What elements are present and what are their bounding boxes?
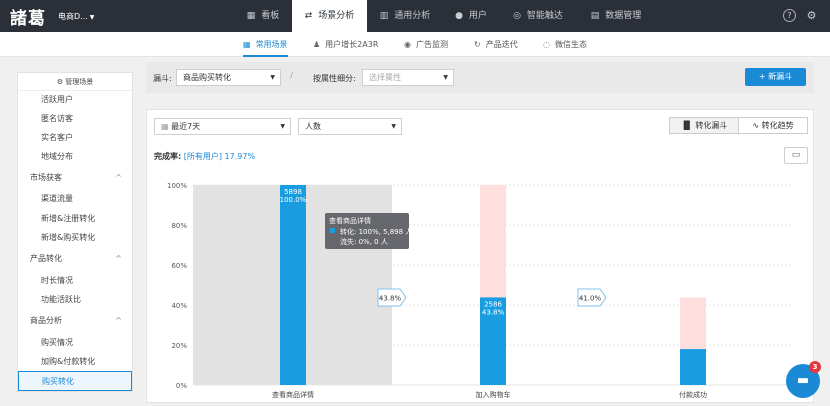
y-tick-label: 80% xyxy=(171,222,187,230)
sidebar-item-region[interactable]: 地域分布 xyxy=(18,147,132,167)
monitor-icon: ◉ xyxy=(404,40,411,49)
chevron-up-icon: ^ xyxy=(115,173,122,182)
tab-user-growth[interactable]: ♟ 用户增长2A3R xyxy=(313,32,378,57)
attribute-select[interactable]: 选择属性 ▼ xyxy=(362,69,454,86)
y-tick-label: 0% xyxy=(176,382,187,390)
tab-common-scenarios[interactable]: ▦ 常用场景 xyxy=(243,32,288,57)
caret-down-icon: ▼ xyxy=(443,74,448,81)
wechat-icon: ◌ xyxy=(543,40,550,49)
sidebar-item-new-purchase[interactable]: 新增&购买转化 xyxy=(18,228,132,248)
user-growth-icon: ♟ xyxy=(313,40,321,49)
tooltip-title: 查看商品详情 xyxy=(329,216,371,225)
bar-percent-label: 100.0% xyxy=(280,196,307,204)
sidebar-item-duration[interactable]: 时长情况 xyxy=(18,271,132,291)
nav-general-analysis[interactable]: ▥ 通用分析 xyxy=(367,0,443,32)
nav-dashboard[interactable]: ▦ 看板 xyxy=(234,0,292,32)
funnel-label: 漏斗: xyxy=(153,74,172,83)
funnel-chart: 100%80%60%40%20%0%5898100.0%查看商品详情258643… xyxy=(167,182,793,399)
dashboard-icon: ▦ xyxy=(246,11,256,21)
sub-nav: ▦ 常用场景 ♟ 用户增长2A3R ◉ 广告监测 ↻ 产品迭代 ◌ 微信生态 xyxy=(0,32,830,57)
x-tick-label: 加入购物车 xyxy=(476,390,511,399)
x-tick-label: 付款成功 xyxy=(679,390,707,399)
tab-wechat[interactable]: ◌ 微信生态 xyxy=(543,32,587,57)
funnel-select[interactable]: 商品购买转化 ▼ xyxy=(176,69,281,86)
nav-data-management[interactable]: ▤ 数据管理 xyxy=(577,0,655,32)
y-tick-label: 60% xyxy=(171,262,187,270)
tooltip-lost: 流失: 0%, 0 人 xyxy=(340,237,388,246)
manage-scenarios[interactable]: ⚙ 管理场景 xyxy=(18,73,132,91)
funnel-lost-bar xyxy=(680,297,706,350)
chevron-up-icon: ^ xyxy=(115,316,122,325)
scenario-sidebar: ⚙ 管理场景 活跃用户 匿名访客 实名客户 地域分布 市场获客 ^ 渠道流量 新增… xyxy=(17,72,133,392)
bar-count-label: 5898 xyxy=(284,188,302,196)
new-funnel-button[interactable]: + 新漏斗 xyxy=(745,68,806,86)
sidebar-item-channel[interactable]: 渠道流量 xyxy=(18,189,132,209)
step-conversion-label: 41.0% xyxy=(579,295,602,303)
funnel-bar xyxy=(280,185,306,385)
sidebar-item-new-register[interactable]: 新增&注册转化 xyxy=(18,209,132,229)
user-icon: ● xyxy=(455,11,463,21)
sidebar-item-feature-ratio[interactable]: 功能活跃比 xyxy=(18,290,132,310)
chevron-down-icon: ▼ xyxy=(89,14,95,21)
nav-users[interactable]: ● 用户 xyxy=(443,0,499,32)
sidebar-item-purchase[interactable]: 购买情况 xyxy=(18,333,132,353)
filter-bar: 漏斗: 商品购买转化 ▼ / 按属性细分: 选择属性 ▼ + 新漏斗 xyxy=(146,62,814,93)
project-switcher[interactable]: 电商D... ▼ xyxy=(58,11,94,22)
logo: 諸葛 xyxy=(10,9,46,29)
sidebar-item-named[interactable]: 实名客户 xyxy=(18,128,132,148)
split-label: 按属性细分: xyxy=(313,74,356,83)
database-icon: ▤ xyxy=(590,11,600,21)
tooltip-conversion: 转化: 100%, 5,898 人 xyxy=(340,227,412,236)
y-tick-label: 100% xyxy=(167,182,187,190)
divider: / xyxy=(290,71,294,81)
y-tick-label: 20% xyxy=(171,342,187,350)
scenario-icon: ⇄ xyxy=(304,11,313,21)
chevron-up-icon: ^ xyxy=(115,254,122,263)
top-nav: 諸葛 电商D... ▼ ▦ 看板 ⇄ 场景分析 ▥ 通用分析 ● 用户 ◎ 智能触达 ▤ 数据… xyxy=(0,0,830,32)
sidebar-item-anonymous[interactable]: 匿名访客 xyxy=(18,109,132,129)
bar-count-label: 2586 xyxy=(484,300,502,308)
sidebar-group-acquisition[interactable]: 市场获客 ^ xyxy=(18,168,132,188)
refresh-icon: ↻ xyxy=(474,40,481,49)
sidebar-group-product[interactable]: 产品转化 ^ xyxy=(18,249,132,269)
sidebar-group-goods[interactable]: 商品分析 ^ xyxy=(18,311,132,331)
y-tick-label: 40% xyxy=(171,302,187,310)
help-icon[interactable]: ? xyxy=(783,9,796,22)
gear-icon: ⚙ xyxy=(56,78,66,86)
tab-ad-monitor[interactable]: ◉ 广告监测 xyxy=(404,32,448,57)
target-icon: ◎ xyxy=(513,11,521,21)
funnel-panel: ▦ 最近7天 ▼ 人数 ▼ ▐▌ 转化漏斗 ∿ 转化趋势 完成率: [所有用户] 1… xyxy=(146,109,814,403)
funnel-bar xyxy=(680,349,706,385)
settings-icon[interactable]: ⚙ xyxy=(805,9,818,22)
bar-chart-icon: ▥ xyxy=(379,11,389,21)
sidebar-item-purchase-conversion[interactable]: 购买转化 xyxy=(18,371,132,391)
sidebar-item-cart-pay[interactable]: 加购&付款转化 xyxy=(18,352,132,372)
nav-scenario-analysis[interactable]: ⇄ 场景分析 xyxy=(292,0,367,32)
notification-badge: 3 xyxy=(809,361,821,373)
bar-percent-label: 43.8% xyxy=(482,308,505,316)
tab-product-iteration[interactable]: ↻ 产品迭代 xyxy=(474,32,518,57)
funnel-lost-bar xyxy=(480,185,506,298)
x-tick-label: 查看商品详情 xyxy=(272,390,314,399)
nav-smart-reach[interactable]: ◎ 智能触达 xyxy=(499,0,577,32)
caret-down-icon: ▼ xyxy=(270,74,275,81)
tooltip-swatch xyxy=(330,228,335,233)
sidebar-item-active-users[interactable]: 活跃用户 xyxy=(18,90,132,110)
step-conversion-label: 43.8% xyxy=(379,295,402,303)
grid-icon: ▦ xyxy=(243,40,251,49)
